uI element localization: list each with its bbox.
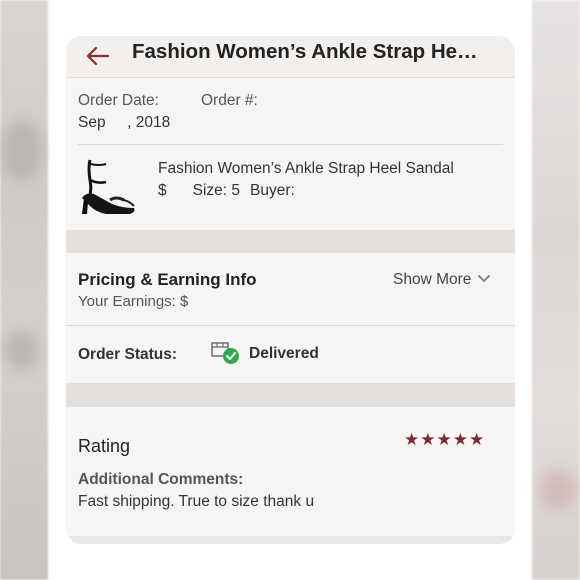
earnings-text: Your Earnings: $ [78, 293, 189, 310]
divider [78, 144, 503, 145]
chevron-down-icon [478, 275, 491, 283]
star-icon: ★ [469, 430, 486, 449]
order-date-label: Order Date: [78, 92, 159, 109]
card-footer [66, 536, 515, 544]
page-header: Fashion Women’s Ankle Strap He… [66, 36, 515, 78]
star-icon: ★ [452, 430, 469, 449]
product-name[interactable]: Fashion Women’s Ankle Strap Heel Sandal [158, 160, 454, 178]
delivered-box-check-icon [211, 342, 239, 364]
rating-label: Rating [78, 436, 131, 456]
star-icon: ★ [436, 430, 453, 449]
background-blur [4, 330, 40, 370]
pricing-section-title: Pricing & Earning Info [78, 270, 257, 289]
back-arrow-icon[interactable] [84, 42, 112, 70]
buyer-label: Buyer: [250, 182, 295, 199]
comments-text: Fast shipping. True to size thank u [78, 493, 315, 510]
product-meta: $ Size: 5 Buyer: [158, 182, 305, 200]
divider [66, 325, 515, 326]
show-more-button[interactable]: Show More [393, 271, 491, 289]
product-image[interactable] [76, 156, 140, 218]
order-detail-card: Fashion Women’s Ankle Strap He… Order Da… [66, 36, 515, 544]
background-blur [540, 470, 576, 510]
product-size: Size: 5 [192, 182, 241, 199]
background-blur [2, 120, 42, 180]
star-icon: ★ [420, 430, 437, 449]
rating-stars: ★★★★★ [404, 430, 485, 450]
order-status-label: Order Status: [78, 346, 178, 363]
comments-label: Additional Comments: [78, 471, 244, 488]
section-separator [66, 230, 515, 253]
order-date-value: Sep , 2018 [78, 114, 171, 131]
star-icon: ★ [404, 430, 421, 449]
order-status-value: Delivered [249, 345, 319, 362]
product-price: $ [158, 182, 167, 199]
section-separator [66, 383, 515, 407]
order-number-label: Order #: [201, 92, 258, 109]
show-more-label: Show More [393, 271, 472, 288]
page-title: Fashion Women’s Ankle Strap He… [132, 40, 478, 63]
background-left [0, 0, 48, 580]
